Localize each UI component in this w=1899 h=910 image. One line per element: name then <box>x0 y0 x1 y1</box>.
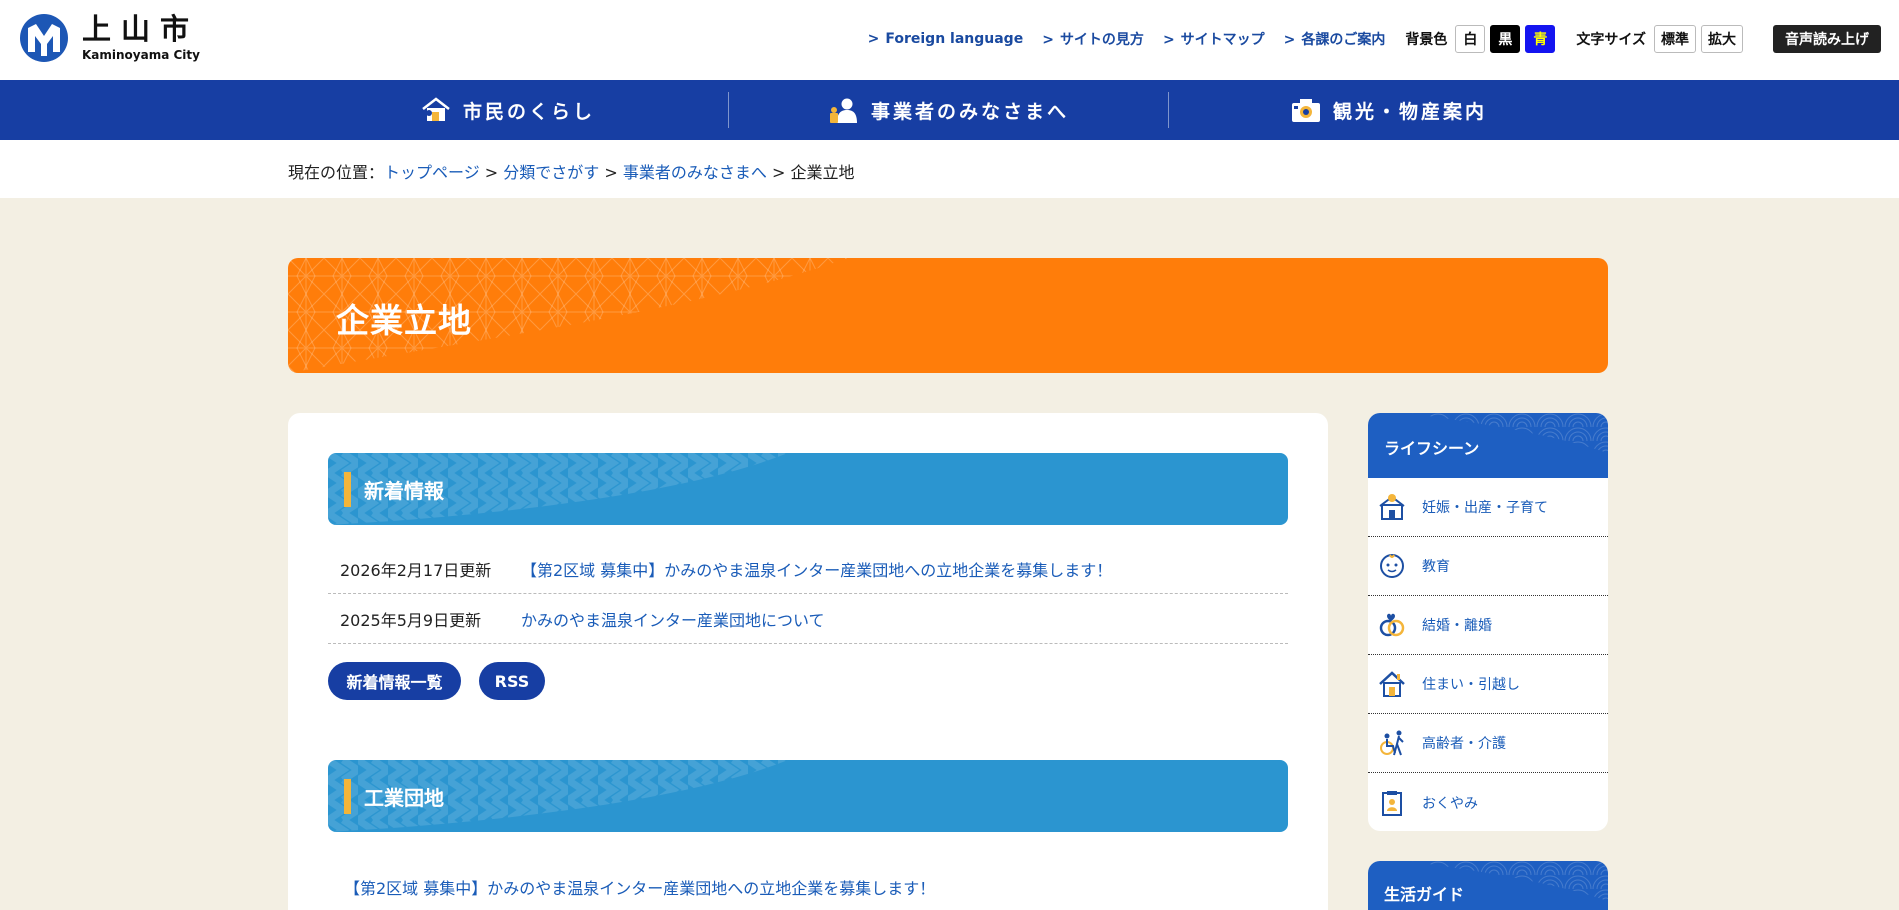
link-label: 各課のご案内 <box>1301 32 1386 48</box>
bg-black-button[interactable]: 黒 <box>1490 25 1521 53</box>
page-title-banner: 企業立地 <box>288 258 1608 373</box>
breadcrumb-link-category[interactable]: 分類でさがす <box>503 163 599 182</box>
side-item-pregnancy[interactable]: 妊娠・出産・子育て <box>1368 478 1608 537</box>
font-size-label: 文字サイズ <box>1576 32 1646 48</box>
life-scene-title: ライフシーン <box>1384 439 1480 458</box>
news-item: 2026年2月17日更新 【第2区域 募集中】かみのやま温泉インター産業団地への… <box>328 544 1288 594</box>
side-item-elderly[interactable]: 高齢者・介護 <box>1368 714 1608 773</box>
news-date: 2025年5月9日更新 <box>340 610 482 630</box>
maternity-icon <box>1379 494 1405 520</box>
site-guide-link[interactable]: > サイトの見方 <box>1042 29 1144 49</box>
utility-bar: > Foreign language > サイトの見方 > サイトマップ > 各課のご案… <box>868 25 1881 53</box>
font-large-button[interactable]: 拡大 <box>1701 25 1743 53</box>
side-item-marriage[interactable]: 結婚・離婚 <box>1368 596 1608 655</box>
arrow-icon: > <box>1162 32 1175 48</box>
side-item-label: おくやみ <box>1422 795 1478 812</box>
memorial-icon <box>1382 790 1402 816</box>
chevron-pattern-decoration <box>328 453 788 525</box>
breadcrumb-separator: > <box>766 163 791 182</box>
main-content: 新着情報 2026年2月17日更新 【第2区域 募集中】かみのやま温泉インター産… <box>288 413 1328 910</box>
city-emblem-icon <box>20 14 68 62</box>
industrial-park-link[interactable]: 【第2区域 募集中】かみのやま温泉インター産業団地への立地企業を募集します！ <box>344 875 935 899</box>
global-nav: 市民のくらし 事業者のみなさまへ 観光・物産案内 <box>0 80 1899 140</box>
foreign-language-link[interactable]: > Foreign language <box>868 31 1024 47</box>
voice-read-button[interactable]: 音声読み上げ <box>1773 25 1881 53</box>
departments-link[interactable]: > 各課のご案内 <box>1284 29 1386 49</box>
breadcrumb-separator: > <box>479 163 504 182</box>
bg-color-label: 背景色 <box>1405 32 1448 48</box>
side-item-label: 住まい・引越し <box>1422 677 1520 693</box>
home-icon <box>1379 671 1405 697</box>
news-heading-text: 新着情報 <box>364 479 444 503</box>
nav-label: 事業者のみなさまへ <box>870 100 1069 123</box>
asanoha-pattern-decoration <box>288 258 848 373</box>
link-label: サイトマップ <box>1180 32 1265 48</box>
chevron-pattern-decoration <box>328 760 788 832</box>
site-logo[interactable]: 上山市 Kaminoyama City <box>18 12 200 64</box>
life-guide-menu: 生活ガイド <box>1368 861 1608 910</box>
bg-white-button[interactable]: 白 <box>1455 25 1486 53</box>
baby-face-icon <box>1380 554 1404 578</box>
side-item-housing[interactable]: 住まい・引越し <box>1368 655 1608 714</box>
life-guide-title[interactable]: 生活ガイド <box>1384 881 1464 905</box>
nav-businesses[interactable]: 事業者のみなさまへ <box>729 80 1169 140</box>
heading-accent-bar <box>344 779 351 814</box>
business-person-icon <box>829 98 857 123</box>
logo-name-en: Kaminoyama City <box>82 48 200 62</box>
side-item-education[interactable]: 教育 <box>1368 537 1608 596</box>
breadcrumb-link-top[interactable]: トップページ <box>384 163 480 182</box>
side-item-label: 結婚・離婚 <box>1422 618 1492 634</box>
rings-icon <box>1379 613 1405 637</box>
nav-label: 観光・物産案内 <box>1332 100 1487 123</box>
arrow-icon: > <box>1042 32 1054 48</box>
breadcrumb-prefix: 現在の位置： <box>288 163 385 182</box>
nav-tourism[interactable]: 観光・物産案内 <box>1169 80 1609 140</box>
breadcrumb-link-business[interactable]: 事業者のみなさまへ <box>623 163 767 182</box>
nav-citizens-life[interactable]: 市民のくらし <box>288 80 728 140</box>
arrow-icon: > <box>1283 32 1296 48</box>
industrial-heading: 工業団地 <box>328 760 1288 832</box>
side-item-label: 妊娠・出産・子育て <box>1422 500 1548 516</box>
breadcrumb-bar: 現在の位置：トップページ > 分類でさがす > 事業者のみなさまへ > 企業立地 <box>0 140 1899 198</box>
wheelchair-icon <box>1380 730 1404 756</box>
news-link[interactable]: 【第2区域 募集中】かみのやま温泉インター産業団地への立地企業を募集します！ <box>521 557 1112 581</box>
nav-label: 市民のくらし <box>462 100 595 123</box>
link-label: サイトの見方 <box>1059 32 1144 48</box>
news-list-button[interactable]: 新着情報一覧 <box>328 662 461 700</box>
camera-icon <box>1291 99 1320 122</box>
page-title: 企業立地 <box>336 301 472 340</box>
house-icon <box>422 97 450 121</box>
font-standard-button[interactable]: 標準 <box>1654 25 1696 53</box>
logo-name-ja: 上山市 <box>82 12 200 46</box>
link-label: Foreign language <box>885 31 1024 47</box>
side-item-label: 高齢者・介護 <box>1422 736 1506 752</box>
breadcrumb: 現在の位置：トップページ > 分類でさがす > 事業者のみなさまへ > 企業立地 <box>288 159 854 183</box>
life-scene-menu: ライフシーン 妊娠・出産・子育て 教育 結婚・離婚 住まい・引越し 高齢者・介護… <box>1368 413 1608 831</box>
heading-accent-bar <box>344 472 351 507</box>
side-item-condolence[interactable]: おくやみ <box>1368 773 1608 831</box>
news-heading: 新着情報 <box>328 453 1288 525</box>
side-item-label: 教育 <box>1422 559 1450 575</box>
news-date: 2026年2月17日更新 <box>340 560 492 580</box>
breadcrumb-current: 企業立地 <box>790 163 855 182</box>
arrow-icon: > <box>867 31 880 47</box>
sitemap-link[interactable]: > サイトマップ <box>1163 29 1265 49</box>
news-link[interactable]: かみのやま温泉インター産業団地について <box>521 607 825 631</box>
bg-blue-button[interactable]: 青 <box>1525 25 1556 53</box>
breadcrumb-separator: > <box>599 163 623 182</box>
industrial-heading-text: 工業団地 <box>364 786 444 810</box>
site-header: 上山市 Kaminoyama City > Foreign language > サ… <box>0 0 1899 80</box>
life-scene-heading: ライフシーン <box>1368 413 1608 478</box>
rss-button[interactable]: RSS <box>479 662 545 700</box>
news-list: 2026年2月17日更新 【第2区域 募集中】かみのやま温泉インター産業団地への… <box>328 544 1288 644</box>
news-item: 2025年5月9日更新 かみのやま温泉インター産業団地について <box>328 594 1288 644</box>
